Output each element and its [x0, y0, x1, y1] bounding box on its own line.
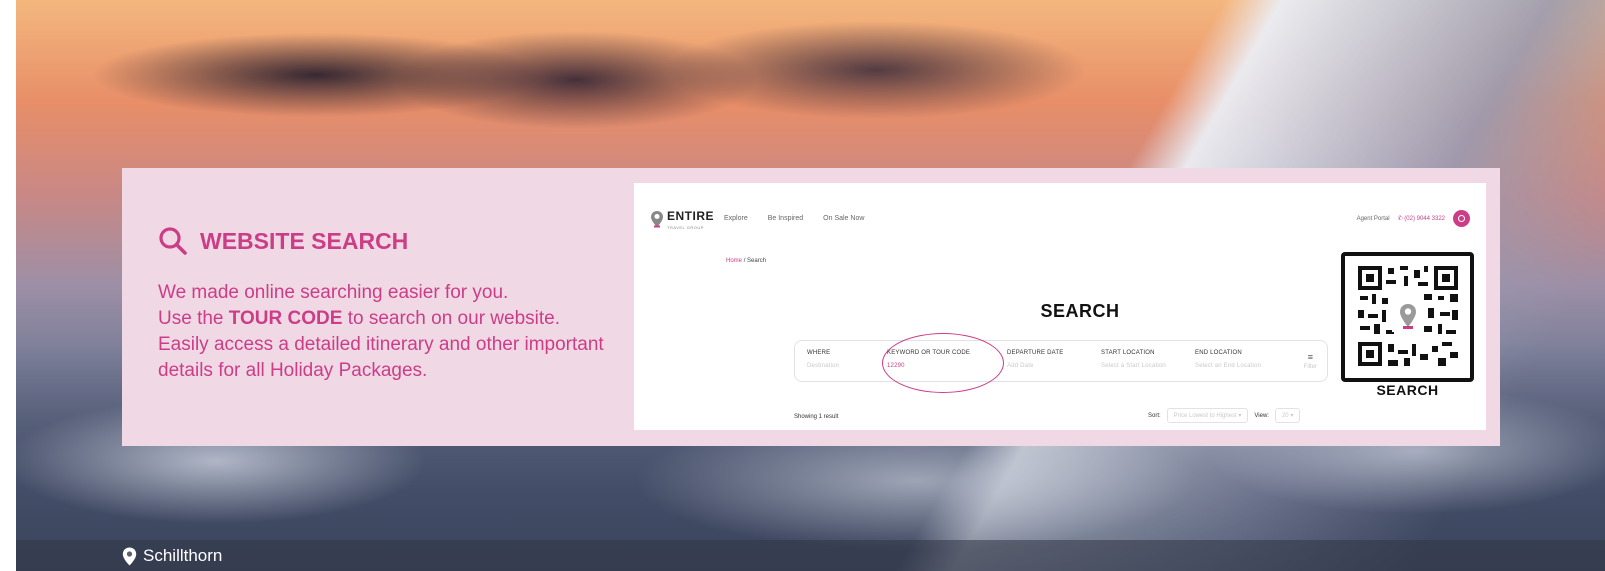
nav-link-sale: On Sale Now [823, 215, 865, 222]
mini-search-button [1453, 210, 1470, 227]
panel-title-text: WEBSITE SEARCH [200, 227, 409, 254]
nav-link-explore: Explore [724, 215, 748, 222]
filter-icon: ≡ [1307, 352, 1313, 362]
mini-nav-right: Agent Portal ✆ (02) 9044 3322 [1357, 210, 1470, 227]
sort-select: Price Lowest to Highest ▾ [1166, 408, 1249, 423]
field-end-location: END LOCATION Select an End Location [1195, 350, 1262, 369]
filter-control: ≡ Filter [1303, 352, 1317, 370]
search-icon [159, 227, 187, 255]
field-where: WHERE Destination [807, 350, 840, 369]
agent-portal-link: Agent Portal [1356, 215, 1390, 222]
field-departure: DEPARTURE DATE Add Date [1007, 350, 1064, 369]
description-line-3: Easily access a detailed itinerary and o… [158, 334, 604, 381]
left-margin [0, 0, 16, 571]
mini-logo: ENTIRE TRAVEL GROUP [650, 207, 714, 230]
qr-label: SEARCH [1376, 382, 1439, 398]
phone-number: ✆ (02) 9044 3322 [1397, 216, 1445, 222]
view-select: 20 ▾ [1274, 408, 1301, 423]
tour-code-highlight [882, 333, 1004, 393]
qr-code[interactable] [1341, 252, 1474, 382]
map-pin-icon [122, 547, 137, 565]
tour-code-emphasis: TOUR CODE [228, 308, 343, 329]
caption-bar [16, 540, 1605, 571]
field-start-location: START LOCATION Select a Start Location [1101, 350, 1166, 369]
description-line-1: We made online searching easier for you. [158, 282, 509, 303]
qr-code-icon [1358, 266, 1458, 366]
results-count: Showing 1 result [794, 414, 839, 420]
panel-description: We made online searching easier for you.… [158, 280, 608, 384]
logo-word: ENTIRE [667, 209, 715, 223]
logo-pin-icon [651, 210, 663, 227]
description-line-2: Use the TOUR CODE to search on our websi… [158, 308, 561, 329]
location-name: Schillthorn [143, 546, 223, 565]
nav-link-inspired: Be Inspired [767, 215, 804, 222]
search-bar: WHERE Destination KEYWORD OR TOUR CODE 1… [794, 340, 1328, 382]
panel-title: WEBSITE SEARCH [158, 226, 408, 256]
mini-nav-links: Explore Be Inspired On Sale Now [724, 215, 864, 222]
mini-navbar: ENTIRE TRAVEL GROUP Explore Be Inspired … [650, 203, 1470, 233]
sort-controls: Sort: Price Lowest to Highest ▾ View: 20… [1148, 408, 1301, 423]
location-caption: Schillthorn [122, 546, 222, 566]
page: WEBSITE SEARCH We made online searching … [0, 0, 1605, 571]
breadcrumb: Home / Search [726, 258, 767, 264]
logo-sub: TRAVEL GROUP [667, 225, 704, 230]
